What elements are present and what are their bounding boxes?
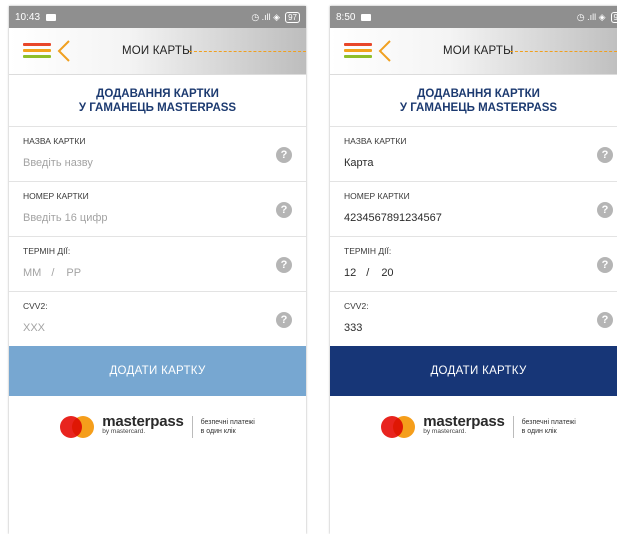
card-number-field[interactable]: НОМЕР КАРТКИ Введіть 16 цифр ? bbox=[9, 181, 306, 236]
card-number-label: НОМЕР КАРТКИ bbox=[23, 191, 89, 201]
help-question-icon[interactable]: ? bbox=[597, 257, 613, 273]
help-question-icon[interactable]: ? bbox=[276, 202, 292, 218]
card-name-label: НАЗВА КАРТКИ bbox=[344, 136, 407, 146]
masterpass-logo: masterpass by mastercard. безпечні плате… bbox=[9, 413, 306, 438]
form-heading: ДОДАВАННЯ КАРТКИ У ГАМАНЕЦЬ MASTERPASS bbox=[9, 75, 306, 126]
cvv-label: CVV2: bbox=[344, 301, 369, 311]
card-number-label: НОМЕР КАРТКИ bbox=[344, 191, 410, 201]
help-question-icon[interactable]: ? bbox=[597, 147, 613, 163]
expiry-separator: / bbox=[366, 267, 370, 279]
form-heading-line1: ДОДАВАННЯ КАРТКИ bbox=[96, 88, 219, 100]
help-question-icon[interactable]: ? bbox=[597, 312, 613, 328]
cvv-input[interactable]: 333 bbox=[344, 322, 362, 334]
logo-divider bbox=[191, 416, 193, 438]
masterpass-tagline-2: в один клік bbox=[521, 428, 557, 435]
page-title: МОИ КАРТЫ bbox=[122, 45, 193, 57]
app-bar: МОИ КАРТЫ bbox=[9, 28, 306, 75]
card-name-field[interactable]: НАЗВА КАРТКИ Введіть назву ? bbox=[9, 126, 306, 181]
expiry-year-input[interactable]: 20 bbox=[381, 267, 393, 279]
card-number-field[interactable]: НОМЕР КАРТКИ 4234567891234567 ? bbox=[330, 181, 617, 236]
message-icon bbox=[46, 13, 57, 21]
card-name-label: НАЗВА КАРТКИ bbox=[23, 136, 86, 146]
masterpass-brand: masterpass bbox=[102, 413, 184, 430]
title-dashed-line bbox=[189, 51, 306, 52]
expiry-separator: / bbox=[51, 267, 55, 279]
hamburger-menu-icon[interactable] bbox=[344, 43, 372, 59]
mastercard-circles-icon bbox=[60, 416, 95, 438]
card-number-input[interactable]: Введіть 16 цифр bbox=[23, 212, 108, 224]
status-bar: 8:50 ◷ .ıll ◈ 9 bbox=[330, 6, 617, 28]
back-chevron-icon[interactable] bbox=[57, 39, 71, 63]
add-card-button[interactable]: ДОДАТИ КАРТКУ bbox=[330, 346, 617, 396]
card-name-input[interactable]: Карта bbox=[344, 157, 373, 169]
form-heading-line1: ДОДАВАННЯ КАРТКИ bbox=[417, 88, 540, 100]
form-heading-line2: У ГАМАНЕЦЬ MASTERPASS bbox=[78, 102, 237, 114]
card-name-field[interactable]: НАЗВА КАРТКИ Карта ? bbox=[330, 126, 617, 181]
help-question-icon[interactable]: ? bbox=[276, 147, 292, 163]
expiry-field[interactable]: ТЕРМІН ДІЇ: 12 / 20 ? bbox=[330, 236, 617, 291]
expiry-field[interactable]: ТЕРМІН ДІЇ: MM / РР ? bbox=[9, 236, 306, 291]
logo-divider bbox=[512, 416, 514, 438]
cvv-label: CVV2: bbox=[23, 301, 48, 311]
app-bar: МОИ КАРТЫ bbox=[330, 28, 617, 75]
expiry-label: ТЕРМІН ДІЇ: bbox=[344, 246, 392, 256]
card-name-input[interactable]: Введіть назву bbox=[23, 157, 93, 169]
card-number-input[interactable]: 4234567891234567 bbox=[344, 212, 442, 224]
status-time: 8:50 bbox=[336, 11, 356, 23]
phone-screen-empty-form: 10:43 ◷ .ıll ◈ 97 МОИ КАРТЫ ДОДАВАННЯ КА… bbox=[9, 6, 306, 534]
status-time: 10:43 bbox=[15, 11, 41, 23]
cvv-input[interactable]: XXX bbox=[23, 322, 45, 334]
phone-screen-filled-form: 8:50 ◷ .ıll ◈ 9 МОИ КАРТЫ ДОДАВАННЯ КАРТ… bbox=[330, 6, 617, 534]
masterpass-logo: masterpass by mastercard. безпечні плате… bbox=[330, 413, 617, 438]
page-title: МОИ КАРТЫ bbox=[443, 45, 514, 57]
expiry-month-input[interactable]: MM bbox=[23, 267, 41, 279]
masterpass-tagline-1: безпечні платежі bbox=[200, 419, 255, 426]
form-heading-line2: У ГАМАНЕЦЬ MASTERPASS bbox=[399, 102, 558, 114]
cvv-field[interactable]: CVV2: XXX ? bbox=[9, 291, 306, 346]
status-bar: 10:43 ◷ .ıll ◈ 97 bbox=[9, 6, 306, 28]
message-icon bbox=[361, 13, 372, 21]
masterpass-tagline-2: в один клік bbox=[200, 428, 236, 435]
cvv-field[interactable]: CVV2: 333 ? bbox=[330, 291, 617, 346]
form-heading: ДОДАВАННЯ КАРТКИ У ГАМАНЕЦЬ MASTERPASS bbox=[330, 75, 617, 126]
expiry-label: ТЕРМІН ДІЇ: bbox=[23, 246, 71, 256]
expiry-month-input[interactable]: 12 bbox=[344, 267, 356, 279]
battery-icon: 97 bbox=[285, 11, 300, 23]
masterpass-tagline-1: безпечні платежі bbox=[521, 419, 576, 426]
title-dashed-line bbox=[510, 51, 617, 52]
masterpass-brand: masterpass bbox=[423, 413, 505, 430]
expiry-year-input[interactable]: РР bbox=[66, 267, 81, 279]
add-card-button[interactable]: ДОДАТИ КАРТКУ bbox=[9, 346, 306, 396]
help-question-icon[interactable]: ? bbox=[597, 202, 613, 218]
status-icons: ◷ .ıll ◈ bbox=[576, 11, 606, 22]
hamburger-menu-icon[interactable] bbox=[23, 43, 51, 59]
battery-icon: 9 bbox=[610, 11, 617, 23]
help-question-icon[interactable]: ? bbox=[276, 312, 292, 328]
mastercard-circles-icon bbox=[381, 416, 416, 438]
status-icons: ◷ .ıll ◈ bbox=[251, 11, 281, 22]
help-question-icon[interactable]: ? bbox=[276, 257, 292, 273]
back-chevron-icon[interactable] bbox=[378, 39, 392, 63]
